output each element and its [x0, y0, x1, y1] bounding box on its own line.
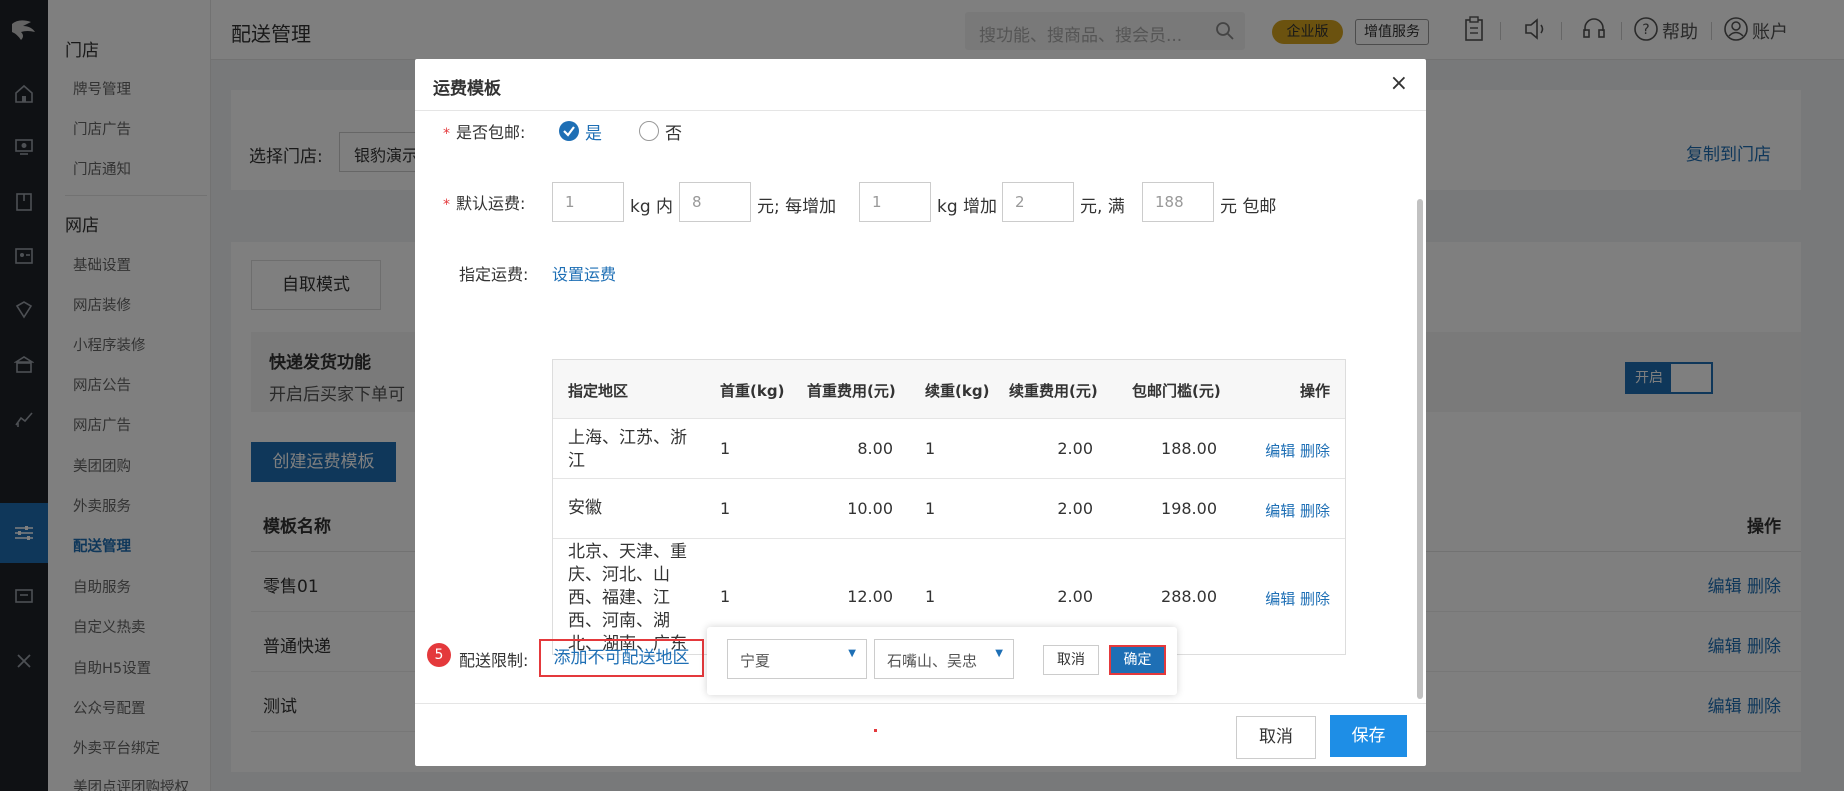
cell-first-kg: 1	[720, 439, 731, 458]
cell-first-fee: 8.00	[857, 439, 893, 458]
save-button[interactable]: 保存	[1330, 715, 1407, 757]
delete-link[interactable]: 删除	[1300, 502, 1330, 520]
cell-first-kg: 1	[720, 499, 731, 518]
set-fee-link[interactable]: 设置运费	[552, 261, 616, 285]
radio-no[interactable]	[639, 121, 659, 141]
first-fee-input[interactable]: 8	[679, 182, 751, 222]
radio-no-label[interactable]: 否	[665, 119, 682, 144]
add-restricted-area-link[interactable]: 添加不可配送地区	[539, 639, 704, 677]
free-shipping-label: * 是否包邮:	[443, 123, 526, 142]
th-add-fee: 续重费用(元)	[1009, 382, 1098, 400]
step-fee-input[interactable]: 2	[1002, 182, 1074, 222]
cell-region: 北京、天津、重庆、河北、山西、福建、江西、河南、湖北、湖南、广东	[568, 542, 687, 654]
cell-first-fee: 10.00	[847, 499, 893, 518]
cell-threshold: 198.00	[1161, 499, 1217, 518]
province-select[interactable]: 宁夏 ▼	[727, 639, 867, 679]
step-badge: 5	[427, 643, 451, 667]
modal-footer: 取消 保存	[415, 703, 1426, 766]
caret-down-icon: ▼	[848, 648, 856, 659]
marker-dot	[874, 729, 877, 732]
cancel-button[interactable]: 取消	[1236, 716, 1316, 759]
unit-yuan-free: 元 包邮	[1220, 197, 1277, 217]
row-actions: 编辑 删除	[1265, 440, 1330, 461]
cell-add-kg: 1	[925, 499, 936, 518]
fee-table-row: 安徽 1 10.00 1 2.00 198.00 编辑 删除	[553, 479, 1345, 539]
cell-add-kg: 1	[925, 587, 936, 606]
cell-add-fee: 2.00	[1057, 587, 1093, 606]
delete-link[interactable]: 删除	[1300, 590, 1330, 608]
scrollbar-thumb[interactable]	[1417, 199, 1423, 699]
delete-link[interactable]: 删除	[1300, 442, 1330, 460]
area-select-popover: 宁夏 ▼ 石嘴山、吴忠 ▼ 取消 确定	[707, 627, 1177, 695]
edit-link[interactable]: 编辑	[1265, 502, 1295, 520]
free-threshold-input[interactable]: 188	[1142, 182, 1214, 222]
city-select[interactable]: 石嘴山、吴忠 ▼	[874, 639, 1014, 679]
unit-yuan-full: 元, 满	[1080, 197, 1125, 217]
cell-region: 安徽	[568, 498, 602, 518]
cell-first-fee: 12.00	[847, 587, 893, 606]
modal-title: 运费模板	[433, 79, 501, 99]
th-first-fee: 首重费用(元)	[807, 382, 896, 400]
th-threshold: 包邮门槛(元)	[1132, 382, 1221, 400]
cell-threshold: 188.00	[1161, 439, 1217, 458]
specified-fee-label: 指定运费:	[459, 265, 529, 284]
cell-first-kg: 1	[720, 587, 731, 606]
unit-kg-within: kg 内	[630, 197, 674, 217]
modal-header: 运费模板 ×	[415, 59, 1426, 111]
shipping-template-modal: 运费模板 × * 是否包邮: 是 否 * 默认运费: 1 kg 内 8 元; 每增加…	[415, 59, 1426, 766]
province-value: 宁夏	[740, 652, 771, 670]
cell-region: 上海、江苏、浙江	[568, 428, 687, 471]
first-weight-input[interactable]: 1	[552, 182, 624, 222]
cell-add-kg: 1	[925, 439, 936, 458]
step-weight-input[interactable]: 1	[859, 182, 931, 222]
row-actions: 编辑 删除	[1265, 588, 1330, 609]
close-icon[interactable]: ×	[1390, 71, 1408, 96]
radio-yes[interactable]	[559, 121, 579, 141]
default-fee-label: * 默认运费:	[443, 194, 526, 213]
radio-yes-label[interactable]: 是	[585, 119, 602, 144]
restriction-confirm-button[interactable]: 确定	[1109, 645, 1166, 675]
unit-yuan-per: 元; 每增加	[757, 197, 837, 217]
fee-table: 指定地区 首重(kg) 首重费用(元) 续重(kg) 续重费用(元) 包邮门槛(…	[552, 359, 1346, 655]
caret-down-icon: ▼	[995, 648, 1003, 659]
cell-add-fee: 2.00	[1057, 499, 1093, 518]
cell-threshold: 288.00	[1161, 587, 1217, 606]
restriction-label: 配送限制:	[459, 651, 529, 670]
edit-link[interactable]: 编辑	[1265, 442, 1295, 460]
fee-table-header: 指定地区 首重(kg) 首重费用(元) 续重(kg) 续重费用(元) 包邮门槛(…	[553, 360, 1345, 419]
th-region: 指定地区	[568, 382, 629, 400]
row-actions: 编辑 删除	[1265, 500, 1330, 521]
th-first-kg: 首重(kg)	[720, 382, 785, 400]
restriction-cancel-button[interactable]: 取消	[1043, 645, 1099, 675]
edit-link[interactable]: 编辑	[1265, 590, 1295, 608]
th-operation: 操作	[1300, 382, 1331, 400]
fee-table-row: 上海、江苏、浙江 1 8.00 1 2.00 188.00 编辑 删除	[553, 419, 1345, 479]
cell-add-fee: 2.00	[1057, 439, 1093, 458]
city-value: 石嘴山、吴忠	[887, 652, 978, 670]
th-add-kg: 续重(kg)	[925, 382, 990, 400]
unit-kg-add: kg 增加	[937, 197, 998, 217]
